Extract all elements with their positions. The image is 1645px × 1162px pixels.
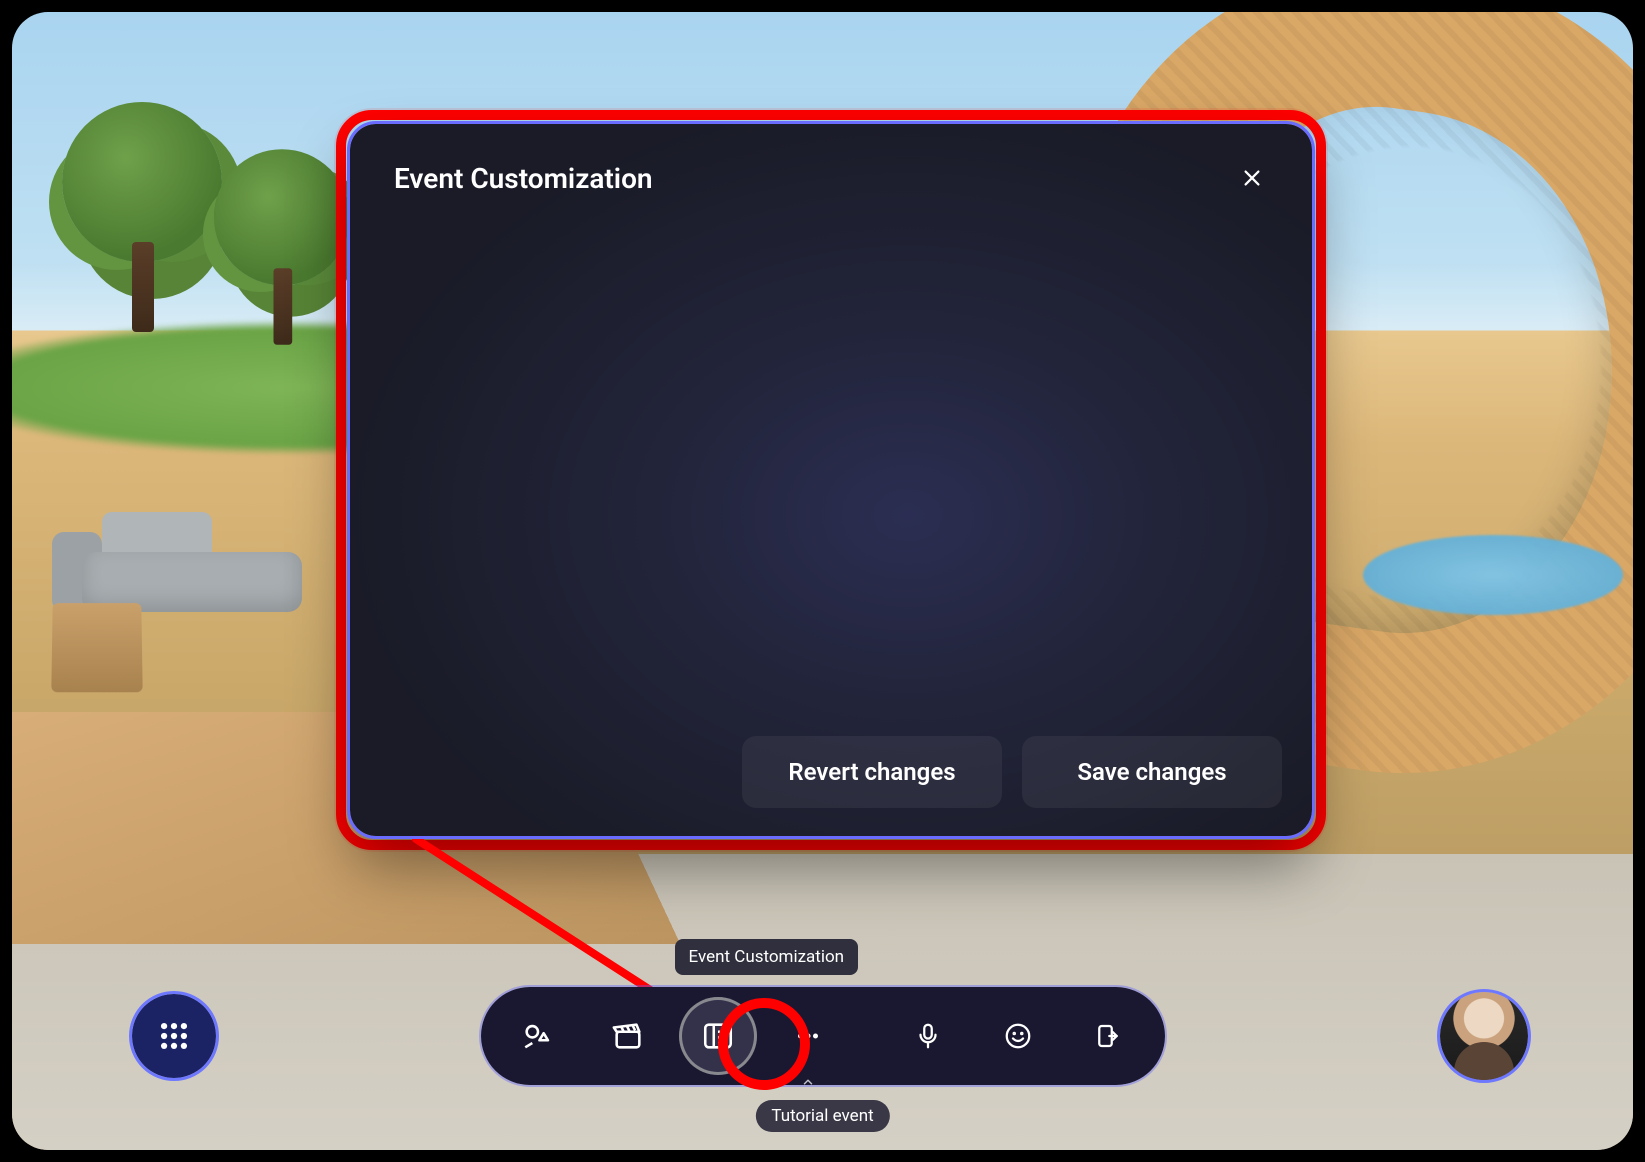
toolbar-media-button[interactable] — [589, 997, 667, 1075]
annotation-dialog-highlight: Event Customization Revert changes Save … — [336, 110, 1326, 850]
toolbar-microphone-button[interactable] — [889, 997, 967, 1075]
button-label: Revert changes — [788, 758, 955, 786]
close-icon — [1241, 167, 1263, 189]
toolbar-environment-editor-button[interactable] — [499, 997, 577, 1075]
app-window: Event Customization Revert changes Save … — [12, 12, 1633, 1150]
panel-list-icon — [701, 1019, 735, 1053]
toolbar-more-button[interactable] — [769, 997, 847, 1075]
button-label: Save changes — [1077, 758, 1226, 786]
toolbar-reactions-button[interactable] — [979, 997, 1057, 1075]
event-name-badge: Tutorial event — [755, 1100, 889, 1132]
toolbar-leave-button[interactable] — [1069, 997, 1147, 1075]
bottom-bar-container: Event Customization — [481, 987, 1165, 1085]
revert-changes-button[interactable]: Revert changes — [742, 736, 1002, 808]
door-exit-icon — [1093, 1021, 1123, 1051]
toolbar-event-customization-button[interactable] — [679, 997, 757, 1075]
dialog-title: Event Customization — [394, 162, 653, 195]
more-horizontal-icon — [793, 1021, 823, 1051]
microphone-icon — [913, 1021, 943, 1051]
scene-water — [1363, 535, 1623, 615]
save-changes-button[interactable]: Save changes — [1022, 736, 1282, 808]
app-menu-button[interactable] — [132, 994, 216, 1078]
chevron-up-icon — [801, 1075, 815, 1089]
event-customization-dialog: Event Customization Revert changes Save … — [350, 124, 1312, 836]
grid-icon — [157, 1019, 191, 1053]
bottom-toolbar — [481, 987, 1165, 1085]
smile-icon — [1003, 1021, 1033, 1051]
profile-avatar-button[interactable] — [1440, 992, 1528, 1080]
tooltip-event-customization: Event Customization — [675, 939, 859, 975]
scene-side-table — [51, 603, 142, 692]
shapes-icon — [521, 1019, 555, 1053]
close-button[interactable] — [1232, 158, 1272, 198]
clapperboard-icon — [611, 1019, 645, 1053]
